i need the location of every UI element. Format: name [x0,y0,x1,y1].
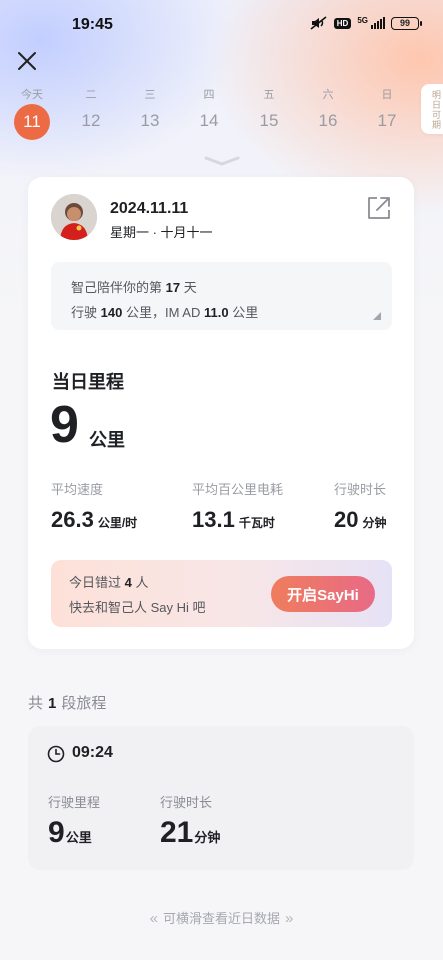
day-weekday: 日 [381,89,393,101]
close-icon[interactable] [14,48,40,74]
day-item-11[interactable]: 今天 11 [12,86,52,140]
day-date: 15 [259,111,279,130]
tomorrow-tag: 明日可期 [421,84,443,134]
battery-icon: 99 [391,16,422,30]
day-item-14[interactable]: 四 14 [189,86,229,131]
trip-duration: 行驶时长 21分钟 [160,792,220,850]
day-date: 17 [377,111,397,130]
trips-heading-text: 段旅程 [61,695,107,712]
share-icon[interactable] [366,195,392,221]
chevron-down-icon[interactable] [204,156,240,166]
day-weekday: 四 [203,89,215,101]
companion-note: 智己陪伴你的第 17 天 行驶 140 公里，IM AD 11.0 公里 [51,262,392,330]
day-date: 16 [318,111,338,130]
date-title: 2024.11.11 [110,200,189,217]
day-weekday: 五 [263,89,275,101]
stat-avg-speed: 平均速度 26.3 公里/时 [51,479,137,533]
sayhi-prompt: 快去和智己人 Say Hi 吧 [69,600,206,615]
trip-stat-unit: 公里 [65,830,92,845]
swipe-hint-text: 可横滑查看近日数据 [162,911,280,926]
stat-label: 平均百公里电耗 [192,482,284,497]
stat-unit: 分钟 [362,516,387,530]
note-text: 公里，IM AD [125,305,201,320]
stat-energy-consumption: 平均百公里电耗 13.1 千瓦时 [192,479,283,533]
stat-value: 26.3 [51,507,94,532]
trip-card[interactable]: 09:24 行驶里程 9公里 行驶时长 21分钟 [28,726,414,870]
trip-count: 1 [48,695,57,712]
status-time: 19:45 [72,16,113,33]
drive-distance-line: 行驶 140 公里，IM AD 11.0 公里 [71,302,258,321]
missed-people-line: 今日错过 4 人 [69,572,149,591]
stat-label: 平均速度 [51,482,104,497]
day-item-16[interactable]: 六 16 [308,86,348,131]
enable-sayhi-button[interactable]: 开启SayHi [271,576,375,612]
trip-stat-value: 21 [160,816,194,849]
day-date: 13 [140,111,160,130]
double-chevron-right-icon: » [285,910,294,927]
note-text: 智己陪伴你的第 [71,280,163,295]
trips-heading: 共 1 段旅程 [28,692,106,713]
missed-count: 4 [124,575,132,590]
day-weekday: 三 [144,89,156,101]
stat-value: 13.1 [192,507,235,532]
day-item-15[interactable]: 五 15 [249,86,289,131]
daily-mileage-label: 当日里程 [52,372,124,392]
note-text: 公里 [232,305,259,320]
day-item-13[interactable]: 三 13 [130,86,170,131]
trip-stat-label: 行驶里程 [48,795,101,810]
companion-days-value: 17 [165,280,181,295]
day-weekday: 六 [322,89,334,101]
sayhi-text: 今日错过 [69,575,122,590]
day-weekday: 二 [85,89,97,101]
stat-unit: 千瓦时 [238,516,275,530]
day-item-17[interactable]: 日 17 [367,86,407,131]
day-date: 12 [81,111,101,130]
hd-badge: HD [333,17,352,29]
trip-distance: 行驶里程 9公里 [48,792,100,850]
clock-icon [47,745,65,763]
day-date: 14 [199,111,219,130]
imad-km: 11.0 [204,305,229,320]
trip-start-time: 09:24 [72,744,113,761]
note-text: 行驶 [71,305,98,320]
daily-mileage-unit: 公里 [89,430,125,450]
avatar-image [51,194,97,240]
total-drive-km: 140 [100,305,123,320]
week-selector: 今天 11 二 12 三 13 四 14 五 15 六 16 日 17 [0,86,443,142]
companion-days-line: 智己陪伴你的第 17 天 [71,277,197,296]
day-weekday: 今天 [21,89,43,101]
double-chevron-left-icon: « [149,910,158,927]
sayhi-banner: 今日错过 4 人 快去和智己人 Say Hi 吧 开启SayHi [51,560,392,627]
status-icons: HD 5G 99 [310,16,422,30]
daily-summary-card: 2024.11.11 星期一 · 十月十一 智己陪伴你的第 17 天 行驶 14… [28,177,414,649]
status-bar: 19:45 HD 5G 99 [0,0,443,50]
stat-value: 20 [334,507,359,532]
trips-heading-text: 共 [28,695,44,712]
daily-mileage-value: 9 [50,396,79,454]
stat-unit: 公里/时 [97,516,138,530]
mute-icon [310,16,327,30]
stat-label: 行驶时长 [334,482,387,497]
swipe-hint: « 可横滑查看近日数据 » [0,908,443,927]
day-item-12[interactable]: 二 12 [71,86,111,131]
network-label: 5G [357,16,368,25]
trip-stat-value: 9 [48,816,65,849]
stat-drive-duration: 行驶时长 20 分钟 [334,479,387,533]
date-subtitle: 星期一 · 十月十一 [110,225,213,240]
note-text: 天 [183,280,197,295]
signal-icon [371,17,385,29]
day-date: 11 [14,104,50,140]
trip-stat-label: 行驶时长 [160,795,213,810]
corner-triangle-icon [373,312,381,320]
avatar[interactable] [51,194,97,240]
sayhi-text: 人 [135,575,149,590]
trip-stat-unit: 分钟 [194,830,221,845]
